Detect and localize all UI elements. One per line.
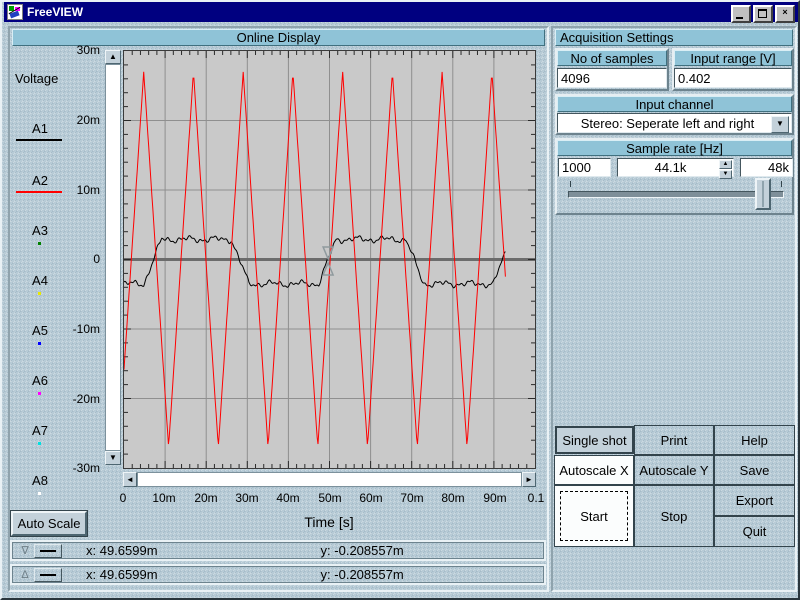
plot-hscroll-right-button[interactable]: ► xyxy=(522,472,536,487)
x-tick-0: 0 xyxy=(120,491,127,505)
cursor-1-y-value: y: -0.208557m xyxy=(321,543,404,558)
channel-a4-color-swatch xyxy=(38,292,41,295)
channel-a2-color-swatch xyxy=(16,191,62,193)
plot-vscroll-up-button[interactable]: ▲ xyxy=(105,50,121,64)
channel-a4-label[interactable]: A4 xyxy=(22,273,58,288)
autoscale-y-button[interactable]: Autoscale Y xyxy=(634,455,714,485)
sample-rate-slider-handle[interactable] xyxy=(755,178,771,210)
acquisition-settings-header: Acquisition Settings xyxy=(555,29,793,46)
x-tick-80m: 80m xyxy=(441,491,464,505)
print-button[interactable]: Print xyxy=(634,425,714,455)
y-axis-title: Voltage xyxy=(15,71,58,86)
channel-a5-label[interactable]: A5 xyxy=(22,323,58,338)
sample-rate-spinner[interactable]: ▲ ▼ xyxy=(719,160,732,176)
plot-hscroll-left-button[interactable]: ◄ xyxy=(123,472,137,487)
stop-button[interactable]: Stop xyxy=(634,485,714,547)
x-tick-40m: 40m xyxy=(276,491,299,505)
y-tick-20m: 20m xyxy=(60,113,100,127)
cursor-up-triangle-icon: ∆ xyxy=(18,569,32,581)
x-tick-70m: 70m xyxy=(400,491,423,505)
y-tick-n30m: -30m xyxy=(60,461,100,475)
cursor-1-line-style[interactable] xyxy=(34,544,62,558)
channel-a6-label[interactable]: A6 xyxy=(22,373,58,388)
x-tick-60m: 60m xyxy=(359,491,382,505)
cursor-down-triangle-icon: ∇ xyxy=(18,544,32,557)
help-button[interactable]: Help xyxy=(714,425,795,455)
minimize-button[interactable] xyxy=(731,5,751,23)
input-channel-header: Input channel xyxy=(557,96,792,112)
y-tick-10m: 10m xyxy=(60,183,100,197)
sample-rate-value: 44.1k xyxy=(655,160,687,175)
app-icon xyxy=(7,4,23,20)
channel-a2-label[interactable]: A2 xyxy=(22,173,58,188)
input-range-input[interactable]: 0.402 xyxy=(674,68,792,88)
plot-hscroll-track[interactable] xyxy=(137,472,522,487)
x-axis-title: Time [s] xyxy=(249,514,409,530)
input-range-header: Input range [V] xyxy=(674,50,792,66)
sample-rate-min-input[interactable]: 1000 xyxy=(558,158,611,177)
spinner-up-icon[interactable]: ▲ xyxy=(719,160,732,169)
single-shot-button[interactable]: Single shot xyxy=(556,427,633,453)
spinner-down-icon[interactable]: ▼ xyxy=(719,170,732,179)
auto-scale-button[interactable]: Auto Scale xyxy=(11,511,87,536)
maximize-button[interactable] xyxy=(753,5,773,23)
x-tick-90m: 90m xyxy=(483,491,506,505)
cursor-1-x-value: x: 49.6599m xyxy=(86,543,158,558)
export-button[interactable]: Export xyxy=(714,485,795,516)
save-button[interactable]: Save xyxy=(714,455,795,485)
cursor-row-1[interactable]: ∇ x: 49.6599m y: -0.208557m xyxy=(10,540,546,561)
slider-tick-left xyxy=(570,181,571,187)
input-channel-dropdown[interactable]: Stereo: Seperate left and right ▼ xyxy=(557,113,792,133)
channel-a6-color-swatch xyxy=(38,392,41,395)
channel-a8-label[interactable]: A8 xyxy=(22,473,58,488)
y-tick-0: 0 xyxy=(60,252,100,266)
sample-rate-max-input[interactable]: 48k xyxy=(740,158,793,177)
sample-rate-header: Sample rate [Hz] xyxy=(557,140,792,156)
app-window: FreeVIEW × Online Display Voltage A1 A2 … xyxy=(0,0,800,600)
x-tick-20m: 20m xyxy=(194,491,217,505)
no-of-samples-header: No of samples xyxy=(557,50,667,66)
cursor-2-line-style[interactable] xyxy=(34,568,62,582)
title-bar[interactable]: FreeVIEW × xyxy=(4,2,798,22)
y-tick-n10m: -10m xyxy=(60,322,100,336)
x-tick-10m: 10m xyxy=(152,491,175,505)
slider-tick-right xyxy=(781,181,782,187)
input-channel-value: Stereo: Seperate left and right xyxy=(581,116,754,131)
channel-a1-color-swatch xyxy=(16,139,62,141)
x-tick-30m: 30m xyxy=(235,491,258,505)
start-button[interactable]: Start xyxy=(554,485,634,547)
channel-a8-color-swatch xyxy=(38,492,41,495)
channel-a1-label[interactable]: A1 xyxy=(22,121,58,136)
channel-a7-label[interactable]: A7 xyxy=(22,423,58,438)
quit-button[interactable]: Quit xyxy=(714,516,795,547)
channel-a7-color-swatch xyxy=(38,442,41,445)
x-tick-50m: 50m xyxy=(318,491,341,505)
autoscale-x-button[interactable]: Autoscale X xyxy=(554,455,634,485)
sample-rate-slider-track[interactable] xyxy=(568,191,784,198)
y-tick-n20m: -20m xyxy=(60,392,100,406)
start-button-focus-ring xyxy=(560,491,628,541)
dropdown-arrow-icon[interactable]: ▼ xyxy=(771,116,789,133)
cursor-row-2[interactable]: ∆ x: 49.6599m y: -0.208557m xyxy=(10,564,546,585)
x-tick-01: 0.1 xyxy=(528,491,545,505)
close-button[interactable]: × xyxy=(775,5,795,23)
plot-vscroll-down-button[interactable]: ▼ xyxy=(105,451,121,465)
no-of-samples-input[interactable]: 4096 xyxy=(557,68,667,88)
channel-a3-label[interactable]: A3 xyxy=(22,223,58,238)
plot-vscroll-track[interactable] xyxy=(105,64,121,451)
channel-a3-color-swatch xyxy=(38,242,41,245)
cursor-2-y-value: y: -0.208557m xyxy=(321,567,404,582)
y-tick-30m: 30m xyxy=(60,43,100,57)
window-title: FreeVIEW xyxy=(27,5,83,19)
sample-rate-value-input[interactable]: 44.1k ▲ ▼ xyxy=(617,158,734,177)
cursor-2-x-value: x: 49.6599m xyxy=(86,567,158,582)
channel-a5-color-swatch xyxy=(38,342,41,345)
waveform-plot[interactable] xyxy=(123,50,536,469)
